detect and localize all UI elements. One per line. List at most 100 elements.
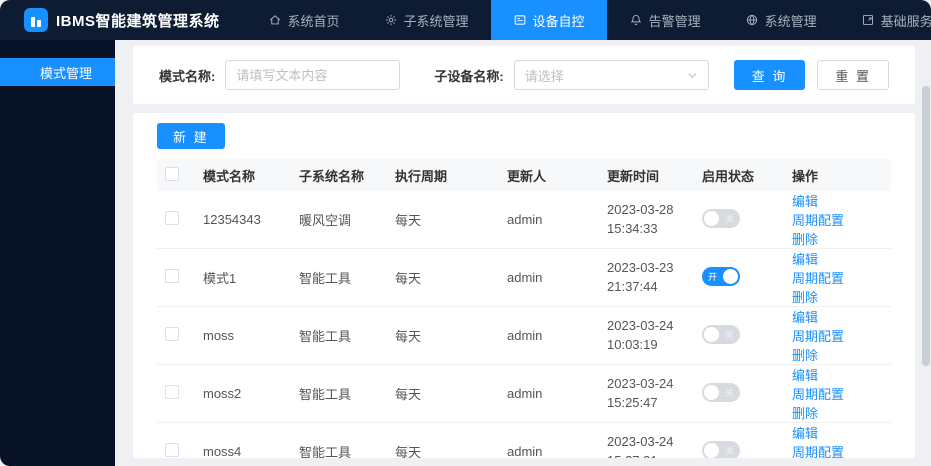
nav-item-3[interactable]: 设备自控 bbox=[490, 0, 607, 40]
app-window: IBMS智能建筑管理系统 系统首页 子系统管理 设备自控 告警管理 系统管理 基础服务 a… bbox=[0, 0, 931, 466]
bell-icon bbox=[629, 13, 643, 27]
nav-item-2[interactable]: 子系统管理 bbox=[362, 0, 491, 40]
nav-item-label: 系统首页 bbox=[287, 13, 340, 29]
table-row: 模式1 智能工具 每天 admin 2023-03-23 21:37:44 开 编辑周期配置删… bbox=[157, 248, 891, 307]
cell-updater: admin bbox=[499, 191, 599, 249]
row-checkbox[interactable] bbox=[165, 269, 179, 283]
col-enabled: 启用状态 bbox=[694, 159, 784, 191]
col-update-time: 更新时间 bbox=[599, 159, 694, 191]
reset-button[interactable]: 重 置 bbox=[817, 60, 889, 90]
table-row: moss4智能工具每天admin2023-03-2415:27:31 关 编辑周期配… bbox=[157, 422, 891, 458]
nav-item-1[interactable]: 系统首页 bbox=[246, 0, 362, 40]
cell-cycle: 每天 bbox=[387, 422, 499, 458]
edit-link[interactable]: 编辑 bbox=[792, 426, 818, 441]
panel-icon bbox=[513, 13, 527, 27]
grid-icon bbox=[861, 13, 875, 27]
nav-item-label: 告警管理 bbox=[648, 13, 701, 29]
cycle-config-link[interactable]: 周期配置 bbox=[792, 445, 844, 458]
cycle-config-link[interactable]: 周期配置 bbox=[792, 213, 844, 228]
cell-update-time: 2023-03-28 15:34:33 bbox=[599, 191, 694, 249]
cell-updater: admin bbox=[499, 422, 599, 458]
create-button[interactable]: 新 建 bbox=[157, 123, 225, 149]
nav-item-label: 设备自控 bbox=[532, 13, 585, 29]
nav-item-5[interactable]: 系统管理 bbox=[723, 0, 839, 40]
sub-device-placeholder: 请选择 bbox=[524, 68, 564, 84]
main-content: 模式名称: 子设备名称: 请选择 查 询 重 置 新 建 bbox=[115, 40, 931, 466]
cell-update-time: 2023-03-24 10:03:19 bbox=[599, 306, 694, 365]
row-checkbox[interactable] bbox=[165, 443, 179, 457]
filter-bar: 模式名称: 子设备名称: 请选择 查 询 重 置 bbox=[133, 46, 915, 104]
globe-icon bbox=[745, 13, 759, 27]
primary-nav: 系统首页 子系统管理 设备自控 告警管理 系统管理 基础服务 bbox=[246, 0, 931, 40]
home-icon bbox=[268, 13, 282, 27]
table-row: moss 智能工具 每天 admin 2023-03-24 10:03:19 关 编辑周期配置… bbox=[157, 306, 891, 365]
enable-toggle[interactable]: 关 bbox=[702, 324, 740, 344]
enable-toggle[interactable]: 关 bbox=[702, 208, 740, 228]
nav-item-label: 基础服务 bbox=[880, 13, 931, 29]
table-header-row: 模式名称 子系统名称 执行周期 更新人 更新时间 启用状态 操作 bbox=[157, 159, 891, 191]
cell-update-time: 2023-03-2415:27:31 bbox=[599, 422, 694, 458]
enable-toggle[interactable]: 关 bbox=[702, 382, 740, 402]
col-actions: 操作 bbox=[784, 159, 891, 191]
row-checkbox[interactable] bbox=[165, 327, 179, 341]
col-mode-name: 模式名称 bbox=[195, 159, 291, 191]
cell-cycle: 每天 bbox=[387, 248, 499, 307]
edit-link[interactable]: 编辑 bbox=[792, 310, 818, 325]
modes-table: 模式名称 子系统名称 执行周期 更新人 更新时间 启用状态 操作 1235434… bbox=[157, 159, 891, 458]
cell-subsystem: 智能工具 bbox=[291, 364, 387, 423]
select-all-checkbox[interactable] bbox=[165, 166, 179, 181]
cell-mode-name: moss4 bbox=[195, 422, 291, 458]
nav-item-label: 子系统管理 bbox=[403, 13, 469, 29]
cell-subsystem: 智能工具 bbox=[291, 248, 387, 307]
cell-update-time: 2023-03-24 15:25:47 bbox=[599, 364, 694, 423]
delete-link[interactable]: 删除 bbox=[792, 290, 818, 305]
enable-toggle[interactable]: 关 bbox=[702, 440, 740, 458]
edit-link[interactable]: 编辑 bbox=[792, 194, 818, 209]
cycle-config-link[interactable]: 周期配置 bbox=[792, 271, 844, 286]
row-checkbox[interactable] bbox=[165, 385, 179, 399]
col-cycle: 执行周期 bbox=[387, 159, 499, 191]
cell-cycle: 每天 bbox=[387, 364, 499, 423]
table-card: 新 建 模式名称 子系统名称 执行周期 更新人 更新时间 启用状态 操作 123… bbox=[133, 113, 915, 458]
cycle-config-link[interactable]: 周期配置 bbox=[792, 329, 844, 344]
col-updater: 更新人 bbox=[499, 159, 599, 191]
cell-update-time: 2023-03-23 21:37:44 bbox=[599, 248, 694, 307]
cycle-config-link[interactable]: 周期配置 bbox=[792, 387, 844, 402]
col-subsystem: 子系统名称 bbox=[291, 159, 387, 191]
delete-link[interactable]: 删除 bbox=[792, 348, 818, 363]
nav-item-label: 系统管理 bbox=[764, 13, 817, 29]
mode-name-input[interactable] bbox=[225, 60, 401, 90]
sidebar-item-mode-management[interactable]: 模式管理 bbox=[0, 58, 115, 86]
chevron-down-icon bbox=[688, 72, 697, 78]
gear-icon bbox=[384, 13, 398, 27]
cell-updater: admin bbox=[499, 248, 599, 307]
building-logo-icon bbox=[24, 8, 48, 32]
edit-link[interactable]: 编辑 bbox=[792, 252, 818, 267]
sub-device-label: 子设备名称: bbox=[434, 68, 504, 84]
cell-mode-name: moss bbox=[195, 306, 291, 365]
cell-cycle: 每天 bbox=[387, 191, 499, 249]
cell-updater: admin bbox=[499, 364, 599, 423]
vertical-scrollbar[interactable] bbox=[922, 86, 930, 466]
nav-item-6[interactable]: 基础服务 bbox=[839, 0, 931, 40]
edit-link[interactable]: 编辑 bbox=[792, 368, 818, 383]
search-button[interactable]: 查 询 bbox=[733, 60, 806, 90]
cell-updater: admin bbox=[499, 306, 599, 365]
app-title: IBMS智能建筑管理系统 bbox=[56, 12, 220, 30]
cell-subsystem: 智能工具 bbox=[291, 422, 387, 458]
delete-link[interactable]: 删除 bbox=[792, 232, 818, 247]
top-navbar: IBMS智能建筑管理系统 系统首页子系统管理设备自控告警管理系统管理基础服务 a… bbox=[0, 0, 931, 40]
cell-cycle: 每天 bbox=[387, 306, 499, 365]
scrollbar-thumb[interactable] bbox=[922, 86, 930, 366]
nav-item-4[interactable]: 告警管理 bbox=[607, 0, 723, 40]
cell-subsystem: 智能工具 bbox=[291, 306, 387, 365]
enable-toggle[interactable]: 开 bbox=[702, 266, 740, 286]
row-checkbox[interactable] bbox=[165, 211, 179, 225]
cell-mode-name: moss2 bbox=[195, 364, 291, 423]
sub-device-select[interactable]: 请选择 bbox=[513, 60, 709, 90]
table-row: 12354343 暖风空调 每天 admin 2023-03-28 15:34:33 关 编辑… bbox=[157, 191, 891, 249]
app-logo: IBMS智能建筑管理系统 bbox=[24, 8, 220, 32]
cell-subsystem: 暖风空调 bbox=[291, 191, 387, 249]
mode-name-label: 模式名称: bbox=[159, 68, 216, 84]
delete-link[interactable]: 删除 bbox=[792, 406, 818, 421]
